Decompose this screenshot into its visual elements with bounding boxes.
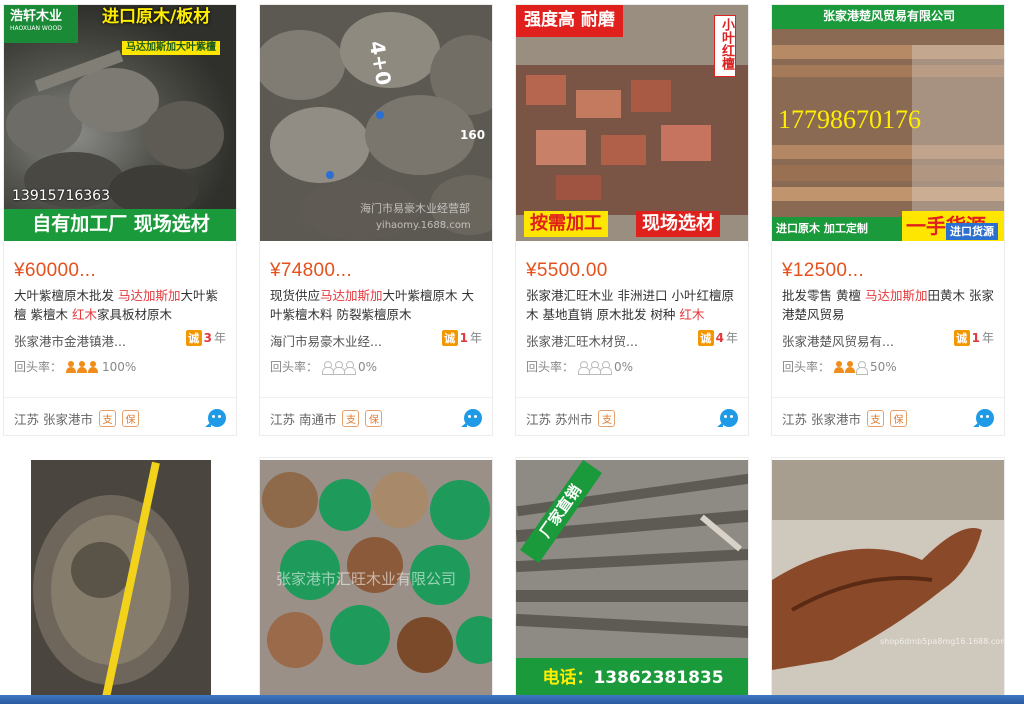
company-banner: 张家港楚风贸易有限公司 [772,5,1004,29]
product-image[interactable]: 浩轩木业 HAOXUAN WOOD 进口原木/板材 马达加斯加大叶紫檀 1391… [4,5,236,241]
phone-banner: 电话：13862381835 [516,658,748,700]
membership-years[interactable]: 诚1年 [953,329,994,346]
phone-number: 17798670176 [778,105,921,134]
seller-name[interactable]: 张家港市金港镇港... [14,331,126,350]
location: 江苏 张家港市支保 [14,409,139,428]
footer-tag: 进口货源 [946,223,998,240]
footer-left: 按需加工 [524,211,608,237]
watermark: 海门市易豪木业经营部 [360,202,470,215]
log-with-tape-illustration [31,460,211,700]
membership-years[interactable]: 诚4年 [697,329,738,346]
guarantee-badge-icon[interactable]: 保 [121,410,139,427]
product-image[interactable]: 4+0 160 海门市易豪木业经营部 yihaomy.1688.com [260,5,492,241]
cheng-icon: 诚 [697,329,714,346]
divider [260,397,492,398]
product-image[interactable]: 厂家直销 电话：13862381835 [516,460,748,700]
repeat-rate-icon [834,360,869,375]
repeat-rate-icon [66,360,99,373]
cheng-icon: 诚 [953,329,970,346]
banner: 强度高 耐磨 [516,5,623,37]
location: 江苏 张家港市支保 [782,409,907,428]
brand-logo: 浩轩木业 HAOXUAN WOOD [4,5,78,43]
product-price: ¥12500... [782,260,864,281]
watermark: 张家港市汇旺木业有限公司 [276,570,457,588]
product-card[interactable]: 厂家直销 电话：13862381835 [515,457,749,704]
product-title[interactable]: 批发零售 黄檀 马达加斯加田黄木 张家港楚风贸易 [782,286,998,324]
footer-left: 进口原木 加工定制 [772,217,902,241]
divider [4,397,236,398]
product-title[interactable]: 现货供应马达加斯加大叶紫檀原木 大叶紫檀木料 防裂紫檀原木 [270,286,486,324]
seller-name[interactable]: 海门市易豪木业经... [270,331,382,350]
root-wood-illustration [772,460,1004,700]
product-price: ¥60000... [14,260,96,281]
seal-stamp: 小叶红檀 [714,15,736,77]
product-price: ¥74800... [270,260,352,281]
phone-number: 13915716363 [12,188,110,204]
chat-icon[interactable] [717,409,738,427]
taskbar[interactable] [0,695,1024,704]
product-card[interactable]: shop6dmb5pa8mg16.1688.com [771,457,1005,704]
cheng-icon: 诚 [441,329,458,346]
repeat-rate: 回头率： 0% [270,359,378,375]
product-image[interactable]: 张家港市汇旺木业有限公司 [260,460,492,700]
location: 江苏 苏州市支 [526,409,616,428]
log-marking: 160 [460,128,486,142]
membership-years[interactable]: 诚1年 [441,329,482,346]
pay-badge-icon[interactable]: 支 [342,410,360,427]
membership-years[interactable]: 诚3年 [185,329,226,346]
chat-icon[interactable] [973,409,994,427]
chat-icon[interactable] [461,409,482,427]
location: 江苏 南通市支保 [270,409,383,428]
pay-badge-icon[interactable]: 支 [866,410,884,427]
sub-banner: 马达加斯加大叶紫檀 [122,41,220,55]
repeat-rate: 回头率： 0% [526,359,634,375]
footer-right: 现场选材 [636,211,720,237]
product-price: ¥5500.00 [526,260,608,281]
product-image[interactable]: 强度高 耐磨 小叶红檀 按需加工 现场选材 [516,5,748,241]
product-title[interactable]: 张家港汇旺木业 非洲进口 小叶红檀原木 基地直销 原木批发 树种 红木 [526,286,742,324]
product-image[interactable] [31,460,211,700]
product-image[interactable]: 张家港楚风贸易有限公司 17798670176 进口原木 加工定制 一手货源 进… [772,5,1004,241]
product-title[interactable]: 大叶紫檀原木批发 马达加斯加大叶紫檀 紫檀木 红木家具板材原木 [14,286,230,324]
seller-name[interactable]: 张家港汇旺木材贸... [526,331,638,350]
product-card[interactable]: 张家港楚风贸易有限公司 17798670176 进口原木 加工定制 一手货源 进… [771,4,1005,436]
product-card[interactable]: 浩轩木业 HAOXUAN WOOD 进口原木/板材 马达加斯加大叶紫檀 1391… [3,4,237,436]
cheng-icon: 诚 [185,329,202,346]
footer-banner: 自有加工厂 现场选材 [4,209,236,241]
guarantee-badge-icon[interactable]: 保 [365,410,383,427]
repeat-rate-icon [578,360,613,375]
product-card[interactable]: 张家港市汇旺木业有限公司 [259,457,493,704]
seller-name[interactable]: 张家港楚风贸易有... [782,331,894,350]
pay-badge-icon[interactable]: 支 [98,410,116,427]
repeat-rate: 回头率： 100% [14,359,137,375]
divider [516,397,748,398]
product-card[interactable]: 强度高 耐磨 小叶红檀 按需加工 现场选材 ¥5500.00 张家港汇旺木业 非… [515,4,749,436]
pay-badge-icon[interactable]: 支 [598,410,616,427]
divider [772,397,1004,398]
product-card[interactable] [3,457,237,704]
watermark: yihaomy.1688.com [376,220,471,231]
guarantee-badge-icon[interactable]: 保 [889,410,907,427]
repeat-rate-icon [322,360,357,375]
repeat-rate: 回头率： 50% [782,359,897,375]
product-image[interactable]: shop6dmb5pa8mg16.1688.com [772,460,1005,700]
watermark: shop6dmb5pa8mg16.1688.com [880,637,1005,646]
chat-icon[interactable] [205,409,226,427]
banner: 进口原木/板材 [102,7,211,27]
product-card[interactable]: 4+0 160 海门市易豪木业经营部 yihaomy.1688.com ¥748… [259,4,493,436]
